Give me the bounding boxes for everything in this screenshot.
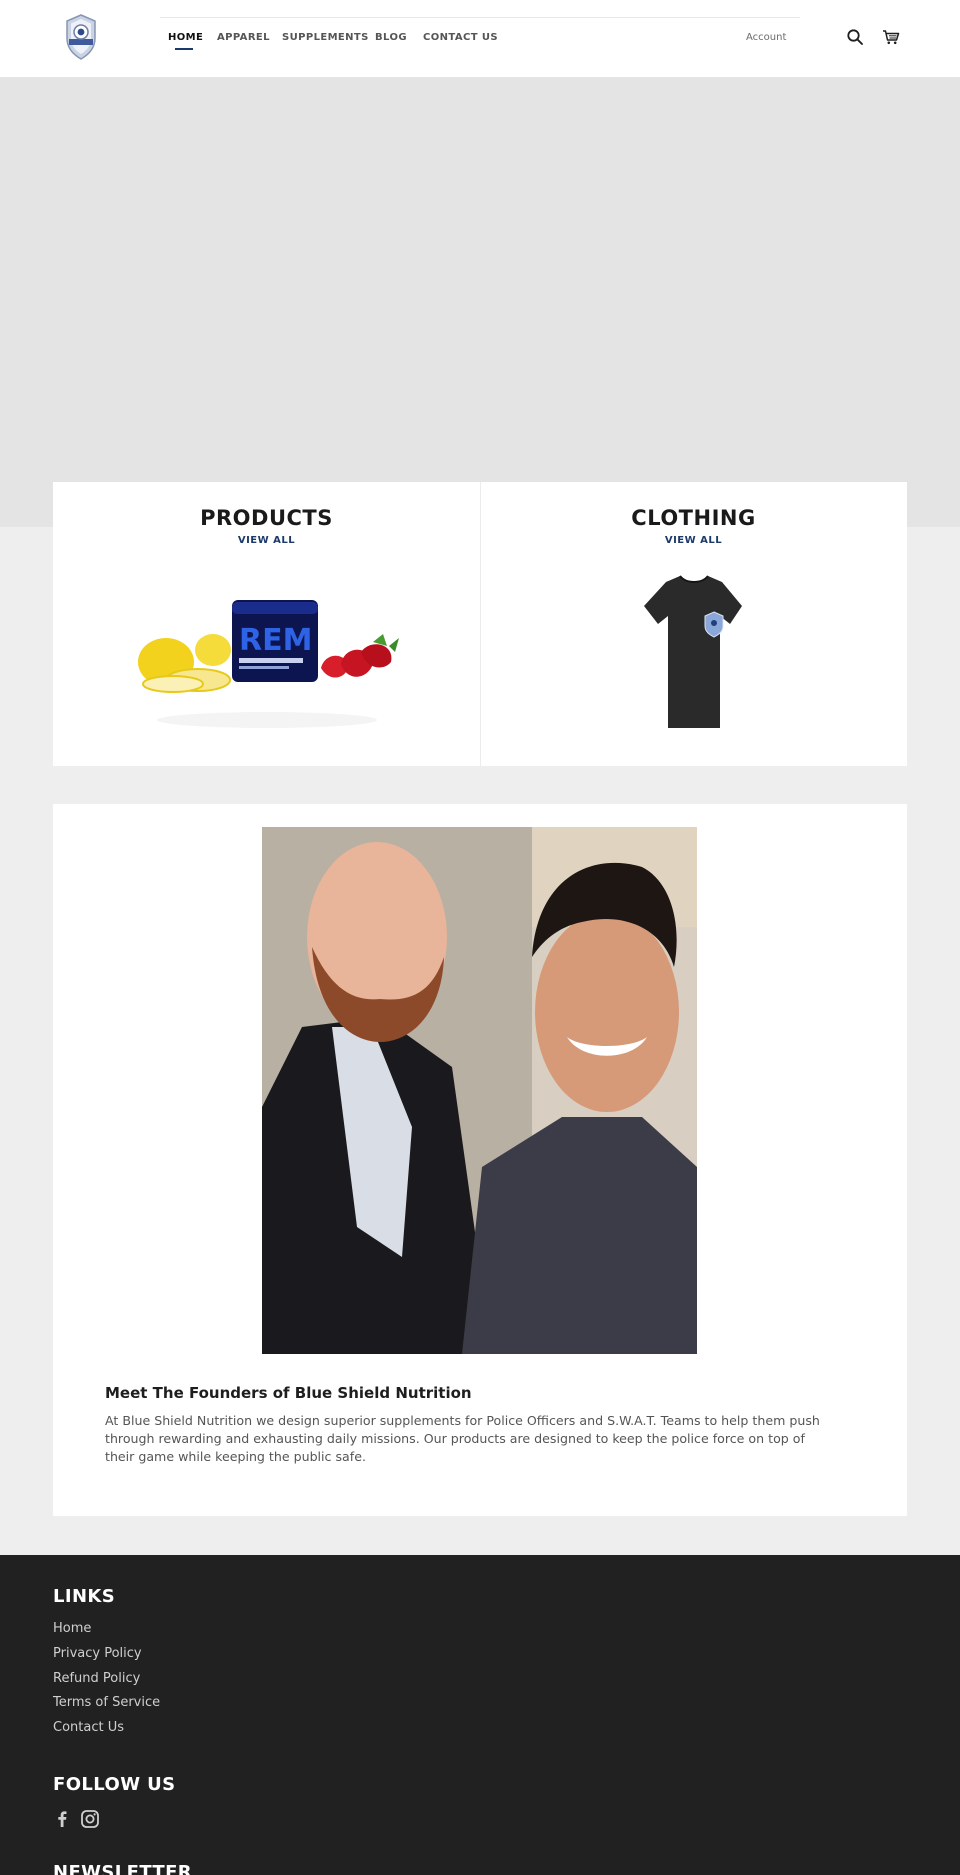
footer-link-home[interactable]: Home	[53, 1621, 91, 1636]
founders-photo	[262, 827, 697, 1354]
footer-follow-heading: FOLLOW US	[53, 1774, 176, 1795]
tshirt-product-image[interactable]	[480, 572, 907, 742]
account-link[interactable]: Account	[746, 32, 786, 43]
nav-apparel[interactable]: APPAREL	[217, 32, 270, 43]
founders-section: Meet The Founders of Blue Shield Nutriti…	[53, 804, 907, 1516]
facebook-icon[interactable]	[52, 1809, 72, 1829]
main-nav: HOME APPAREL SUPPLEMENTS BLOG CONTACT US	[160, 17, 800, 61]
nav-contact-us[interactable]: CONTACT US	[423, 32, 498, 43]
collection-title: CLOTHING	[631, 506, 756, 530]
hero-banner	[0, 77, 960, 527]
footer-link-terms-of-service[interactable]: Terms of Service	[53, 1695, 160, 1710]
supplement-product-image[interactable]: REM	[53, 572, 480, 742]
collection-title: PRODUCTS	[200, 506, 333, 530]
svg-text:REM: REM	[239, 623, 312, 658]
collection-clothing[interactable]: CLOTHING VIEW ALL	[480, 482, 907, 766]
footer-links-heading: LINKS	[53, 1586, 116, 1607]
collection-grid: PRODUCTS VIEW ALL REM CLOTHING VIEW ALL	[53, 482, 907, 766]
footer-link-privacy-policy[interactable]: Privacy Policy	[53, 1646, 142, 1661]
police-badge-logo[interactable]	[64, 14, 98, 60]
cart-icon[interactable]	[882, 28, 900, 46]
site-header: HOME APPAREL SUPPLEMENTS BLOG CONTACT US…	[0, 0, 960, 77]
footer-link-contact-us[interactable]: Contact Us	[53, 1720, 124, 1735]
view-all-clothing-link[interactable]: VIEW ALL	[480, 535, 907, 546]
nav-blog[interactable]: BLOG	[375, 32, 407, 43]
instagram-icon[interactable]	[80, 1809, 100, 1829]
nav-active-underline	[175, 48, 193, 50]
footer-newsletter-heading: NEWSLETTER	[53, 1862, 193, 1875]
footer-link-refund-policy[interactable]: Refund Policy	[53, 1671, 140, 1686]
site-footer: LINKS Home Privacy Policy Refund Policy …	[0, 1555, 960, 1875]
view-all-products-link[interactable]: VIEW ALL	[53, 535, 480, 546]
founders-description: At Blue Shield Nutrition we design super…	[105, 1413, 820, 1464]
search-icon[interactable]	[846, 28, 864, 46]
nav-supplements[interactable]: SUPPLEMENTS	[282, 32, 369, 43]
nav-home[interactable]: HOME	[168, 32, 203, 43]
founders-heading: Meet The Founders of Blue Shield Nutriti…	[105, 1384, 472, 1402]
collection-products[interactable]: PRODUCTS VIEW ALL REM	[53, 482, 480, 766]
